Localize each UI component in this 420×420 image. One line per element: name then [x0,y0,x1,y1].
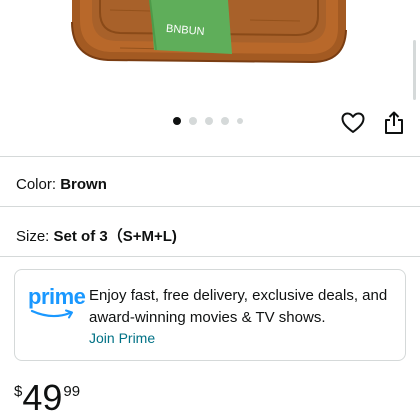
carousel-dot-2[interactable] [189,117,197,125]
color-label: Color: [16,176,57,193]
color-variation[interactable]: Color: Brown [16,176,107,193]
divider [0,206,420,207]
prime-promo-card[interactable]: prime Enjoy fast, free delivery, exclusi… [14,269,406,361]
carousel-indicator[interactable] [173,116,243,126]
carousel-dot-3[interactable] [205,117,213,125]
carousel-dot-4[interactable] [221,117,229,125]
scrollbar[interactable] [413,40,416,100]
carousel-dot-1[interactable] [173,117,181,125]
size-label: Size: [16,228,50,245]
price-whole: 49 [22,377,63,418]
size-value: Set of 3（S+M+L) [53,228,177,245]
price-symbol: $ [14,383,23,400]
price-fraction: 99 [63,383,81,400]
share-icon[interactable] [381,110,407,136]
carousel-dot-5[interactable] [237,118,243,124]
color-value: Brown [60,176,107,193]
heart-icon[interactable] [340,110,366,136]
prime-logo-text: prime [28,284,86,309]
prime-logo: prime [28,284,86,319]
divider [0,156,420,157]
prime-description: Enjoy fast, free delivery, exclusive dea… [89,287,388,326]
prime-smile-icon [30,309,73,319]
divider [0,256,420,257]
join-prime-link[interactable]: Join Prime [89,330,155,346]
price: $ 49 99 [14,378,80,418]
size-variation[interactable]: Size: Set of 3（S+M+L) [16,225,177,246]
